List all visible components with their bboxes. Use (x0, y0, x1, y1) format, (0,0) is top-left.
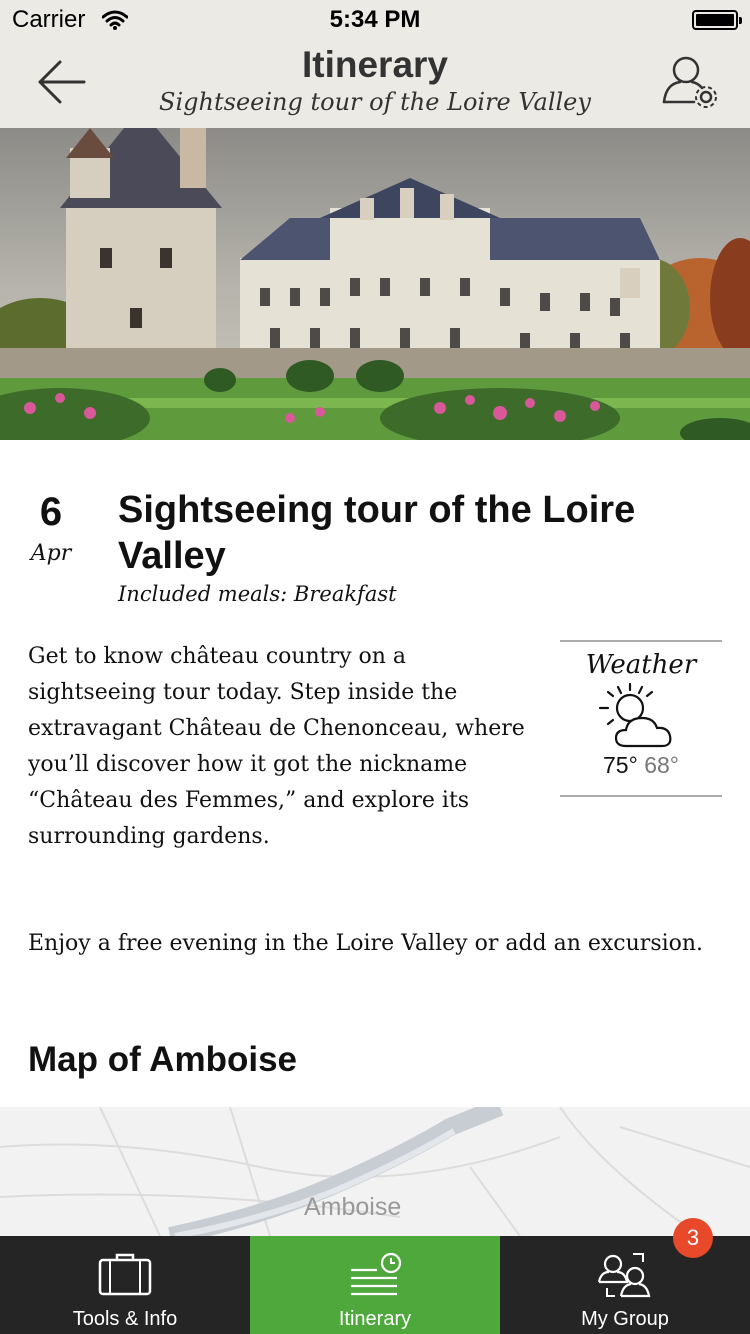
tab-label-tools-info: Tools & Info (72, 1308, 178, 1330)
battery-icon (692, 10, 742, 30)
included-meals: Included meals: Breakfast (118, 582, 397, 606)
weather-label: Weather (585, 650, 697, 680)
tab-my-group[interactable]: My Group (500, 1236, 750, 1334)
day-description: Get to know château country on a sightse… (28, 644, 525, 849)
page-title: Itinerary (301, 44, 448, 85)
tab-label-my-group: My Group (581, 1308, 669, 1330)
profile-settings-button[interactable] (658, 52, 722, 112)
date-month: Apr (30, 541, 72, 566)
hero-image (0, 128, 750, 440)
user-settings-icon (662, 56, 717, 108)
tab-bar: Tools & Info Itinerary My Group (0, 1236, 750, 1334)
temp-low: 68° (644, 752, 679, 778)
day-description-evening: Enjoy a free evening in the Loire Valley… (28, 931, 704, 956)
page-subtitle: Sightseeing tour of the Loire Valley (159, 88, 591, 116)
weather-temps: 75° 68° (560, 752, 722, 779)
temp-high: 75° (603, 752, 638, 778)
clock: 5:34 PM (329, 6, 421, 33)
partly-sunny-icon (598, 682, 672, 748)
tab-tools-info[interactable]: Tools & Info (0, 1236, 250, 1334)
map-view[interactable]: Amboise (0, 1107, 750, 1236)
notification-badge: 3 (673, 1218, 713, 1258)
status-bar: Carrier 5:34 PM (0, 0, 750, 40)
map-label-amboise: Amboise (304, 1193, 402, 1221)
weather-widget: Weather 75° 68° (560, 640, 722, 797)
tab-label-itinerary: Itinerary (338, 1308, 412, 1330)
day-title: Sightseeing tour of the Loire Valley (118, 489, 636, 577)
tab-itinerary[interactable]: Itinerary (250, 1236, 500, 1334)
nav-bar: Itinerary Sightseeing tour of the Loire … (0, 40, 750, 128)
map-heading: Map of Amboise (28, 1040, 297, 1079)
date-day: 6 (39, 490, 63, 534)
itinerary-icon (351, 1252, 402, 1296)
suitcase-icon (98, 1253, 152, 1296)
chateau-photo (0, 128, 750, 440)
group-icon (597, 1253, 651, 1298)
